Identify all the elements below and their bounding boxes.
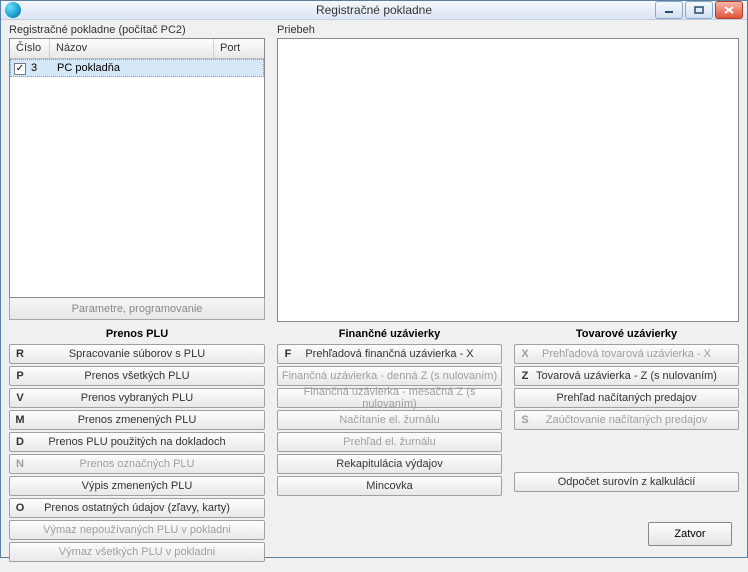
button-label: Prenos ostatných údajov (zľavy, karty)	[30, 502, 264, 514]
button-label: Prenos zmenených PLU	[30, 414, 264, 426]
prenos-button-2[interactable]: VPrenos vybraných PLU	[9, 388, 265, 408]
col-nazov[interactable]: Názov	[50, 39, 214, 58]
titlebar[interactable]: Registračné pokladne	[1, 1, 747, 20]
button-key: X	[515, 348, 535, 360]
prenos-button-0[interactable]: RSpracovanie súborov s PLU	[9, 344, 265, 364]
tovarove-title: Tovarové uzávierky	[514, 328, 739, 340]
col-port[interactable]: Port	[214, 39, 264, 58]
prenos-button-8: Výmaz nepoužívaných PLU v pokladni	[9, 520, 265, 540]
close-icon	[724, 6, 734, 14]
financne-title: Finančné uzávierky	[277, 328, 502, 340]
financne-button-2: Finančná uzávierka - mesačná Z (s nulova…	[277, 388, 502, 408]
financne-button-0[interactable]: FPrehľadová finančná uzávierka - X	[277, 344, 502, 364]
window-title: Registračné pokladne	[1, 3, 747, 17]
button-label: Rekapitulácia výdajov	[278, 458, 501, 470]
button-key: D	[10, 436, 30, 448]
maximize-button[interactable]	[685, 1, 713, 19]
button-key: N	[10, 458, 30, 470]
button-label: Načítanie el. žurnálu	[278, 414, 501, 426]
prenos-button-4[interactable]: DPrenos PLU použitých na dokladoch	[9, 432, 265, 452]
prenos-button-1[interactable]: PPrenos všetkých PLU	[9, 366, 265, 386]
odpocet-surovin-button[interactable]: Odpočet surovín z kalkulácií	[514, 472, 739, 492]
left-panel-label: Registračné pokladne (počítač PC2)	[9, 24, 265, 36]
row-nazov: PC pokladňa	[51, 62, 213, 74]
row-cislo: 3	[29, 62, 51, 74]
prenos-button-9: Výmaz všetkých PLU v pokladni	[9, 542, 265, 562]
button-label: Prenos všetkých PLU	[30, 370, 264, 382]
financne-button-6[interactable]: Mincovka	[277, 476, 502, 496]
button-label: Prehľad el. žurnálu	[278, 436, 501, 448]
button-key: O	[10, 502, 30, 514]
register-list[interactable]: Číslo Názov Port ✓3PC pokladňa	[9, 38, 265, 298]
button-key: V	[10, 392, 30, 404]
maximize-icon	[694, 6, 704, 14]
button-label: Prenos PLU použitých na dokladoch	[30, 436, 264, 448]
minimize-button[interactable]	[655, 1, 683, 19]
col-cislo[interactable]: Číslo	[10, 39, 50, 58]
button-label: Tovarová uzávierka - Z (s nulovaním)	[535, 370, 738, 382]
prenos-button-6[interactable]: Výpis zmenených PLU	[9, 476, 265, 496]
button-label: Prehľad načítaných predajov	[515, 392, 738, 404]
financne-button-5[interactable]: Rekapitulácia výdajov	[277, 454, 502, 474]
financne-button-4: Prehľad el. žurnálu	[277, 432, 502, 452]
button-key: M	[10, 414, 30, 426]
prenos-button-7[interactable]: OPrenos ostatných údajov (zľavy, karty)	[9, 498, 265, 518]
button-label: Finančná uzávierka - mesačná Z (s nulova…	[278, 386, 501, 410]
params-button[interactable]: Parametre, programovanie	[9, 298, 265, 320]
close-window-button[interactable]	[715, 1, 743, 19]
table-row[interactable]: ✓3PC pokladňa	[10, 59, 264, 77]
button-key: F	[278, 348, 298, 360]
prenos-title: Prenos PLU	[9, 328, 265, 340]
button-label: Spracovanie súborov s PLU	[30, 348, 264, 360]
button-label: Prenos označných PLU	[30, 458, 264, 470]
button-label: Prehľadová finančná uzávierka - X	[298, 348, 501, 360]
list-header: Číslo Názov Port	[10, 39, 264, 59]
button-label: Finančná uzávierka - denná Z (s nulovaní…	[278, 370, 501, 382]
prenos-button-3[interactable]: MPrenos zmenených PLU	[9, 410, 265, 430]
button-key: P	[10, 370, 30, 382]
app-window: Registračné pokladne Registračné pokladn…	[0, 0, 748, 558]
button-key: S	[515, 414, 535, 426]
button-key: R	[10, 348, 30, 360]
close-button[interactable]: Zatvor	[648, 522, 732, 546]
button-label: Prenos vybraných PLU	[30, 392, 264, 404]
button-label: Zaúčtovanie načítaných predajov	[535, 414, 738, 426]
tovarove-button-0: XPrehľadová tovarová uzávierka - X	[514, 344, 739, 364]
tovarove-button-1[interactable]: ZTovarová uzávierka - Z (s nulovaním)	[514, 366, 739, 386]
minimize-icon	[664, 6, 674, 14]
button-label: Výpis zmenených PLU	[10, 480, 264, 492]
button-label: Výmaz všetkých PLU v pokladni	[10, 546, 264, 558]
app-icon	[5, 2, 21, 18]
button-label: Mincovka	[278, 480, 501, 492]
prenos-button-5: NPrenos označných PLU	[9, 454, 265, 474]
tovarove-button-3: SZaúčtovanie načítaných predajov	[514, 410, 739, 430]
button-key: Z	[515, 370, 535, 382]
right-panel-label: Priebeh	[277, 24, 739, 36]
button-label: Prehľadová tovarová uzávierka - X	[535, 348, 738, 360]
row-checkbox[interactable]: ✓	[11, 62, 29, 75]
button-label: Výmaz nepoužívaných PLU v pokladni	[10, 524, 264, 536]
financne-button-3: Načítanie el. žurnálu	[277, 410, 502, 430]
progress-box	[277, 38, 739, 322]
button-label: Odpočet surovín z kalkulácií	[515, 476, 738, 488]
financne-button-1: Finančná uzávierka - denná Z (s nulovaní…	[277, 366, 502, 386]
tovarove-button-2[interactable]: Prehľad načítaných predajov	[514, 388, 739, 408]
